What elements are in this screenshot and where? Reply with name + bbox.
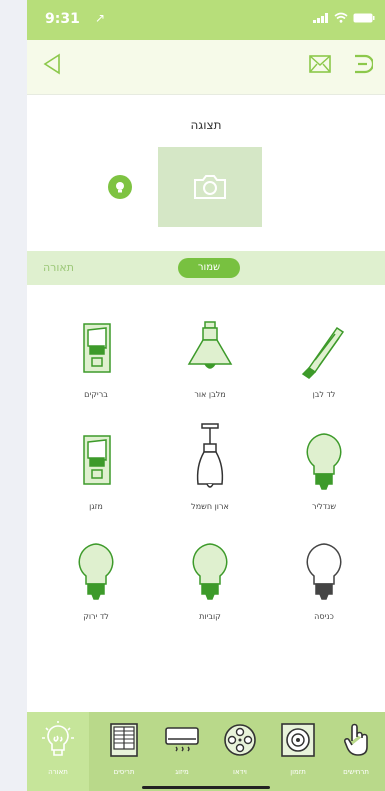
camera-icon [194,175,226,199]
header-divider [27,94,385,95]
device-label: כניסה [314,612,334,621]
back-icon[interactable] [41,52,63,76]
location-icon: ↗ [95,11,106,25]
mail-icon[interactable] [309,55,331,73]
device-label: בריקים [84,390,108,399]
wall-switch-icon [83,435,111,485]
battery-icon [353,13,375,22]
bulb-off-icon [306,543,342,600]
device-label: לד לבן [312,390,336,399]
bottom-tab-bar: תרחישים תזמון וידאו מיזוג תריסים תאורה [27,712,385,791]
bulb-icon [306,433,342,490]
signal-icon [313,12,328,23]
window-blinds-icon [110,723,138,757]
device-item[interactable]: קוביות [165,530,255,621]
device-item[interactable]: כניסה [279,530,369,621]
nav-bar [27,40,385,94]
tab-label: תזמון [290,768,306,776]
hand-pointer-icon [343,723,368,756]
device-label: ארון חשמל [191,502,229,511]
air-conditioner-icon [165,727,199,752]
fluorescent-lamp-icon [301,326,345,379]
app-screen: 9:31 ↗ תצוגה שמור תאורה לד לבן מלבן אור … [27,0,385,791]
tab-lighting[interactable]: תאורה [27,712,89,791]
tab-label: וידאו [233,768,247,776]
status-time: 9:31 [45,11,80,27]
save-button[interactable]: שמור [178,258,240,278]
device-item[interactable]: שנדליר [279,420,369,511]
menu-icon[interactable] [349,52,373,76]
device-item[interactable]: מזגן [51,420,141,511]
status-bar: 9:31 ↗ [27,0,385,40]
tab-label: תריסים [113,768,135,776]
bulb-badge-icon[interactable] [108,175,132,199]
device-item[interactable]: לד ירוק [51,530,141,621]
tab-climate[interactable]: מיזוג [153,720,211,776]
tab-schedule[interactable]: תזמון [269,720,327,776]
category-bar: שמור תאורה [27,251,385,285]
device-label: לד ירוק [83,612,109,621]
device-item[interactable]: מלבן אור [165,308,255,399]
tab-label: מיזוג [175,768,189,776]
ceiling-lamp-icon [187,321,233,369]
device-item[interactable]: בריקים [51,308,141,399]
tab-scenarios[interactable]: תרחישים [327,720,385,776]
tab-blinds[interactable]: תריסים [95,720,153,776]
tab-label: תרחישים [343,768,369,776]
preview-title: תצוגה [190,118,222,132]
device-label: שנדליר [311,502,337,511]
timer-dial-icon [281,723,315,757]
bulb-icon [78,543,114,600]
device-label: מלבן אור [194,390,226,399]
pendant-lamp-icon [196,423,224,488]
wall-switch-icon [83,323,111,373]
tab-label: תאורה [48,768,68,776]
bulb-icon [192,543,228,600]
lightbulb-icon [42,721,74,756]
tab-video[interactable]: וידאו [211,720,269,776]
camera-placeholder[interactable] [158,147,262,227]
device-item[interactable]: לד לבן [279,308,369,399]
home-indicator [142,786,270,789]
category-label: תאורה [43,261,74,274]
device-label: קוביות [199,612,221,621]
film-reel-icon [224,724,256,756]
device-item[interactable]: ארון חשמל [165,420,255,511]
wifi-icon [334,12,348,23]
device-label: מזגן [89,502,103,511]
